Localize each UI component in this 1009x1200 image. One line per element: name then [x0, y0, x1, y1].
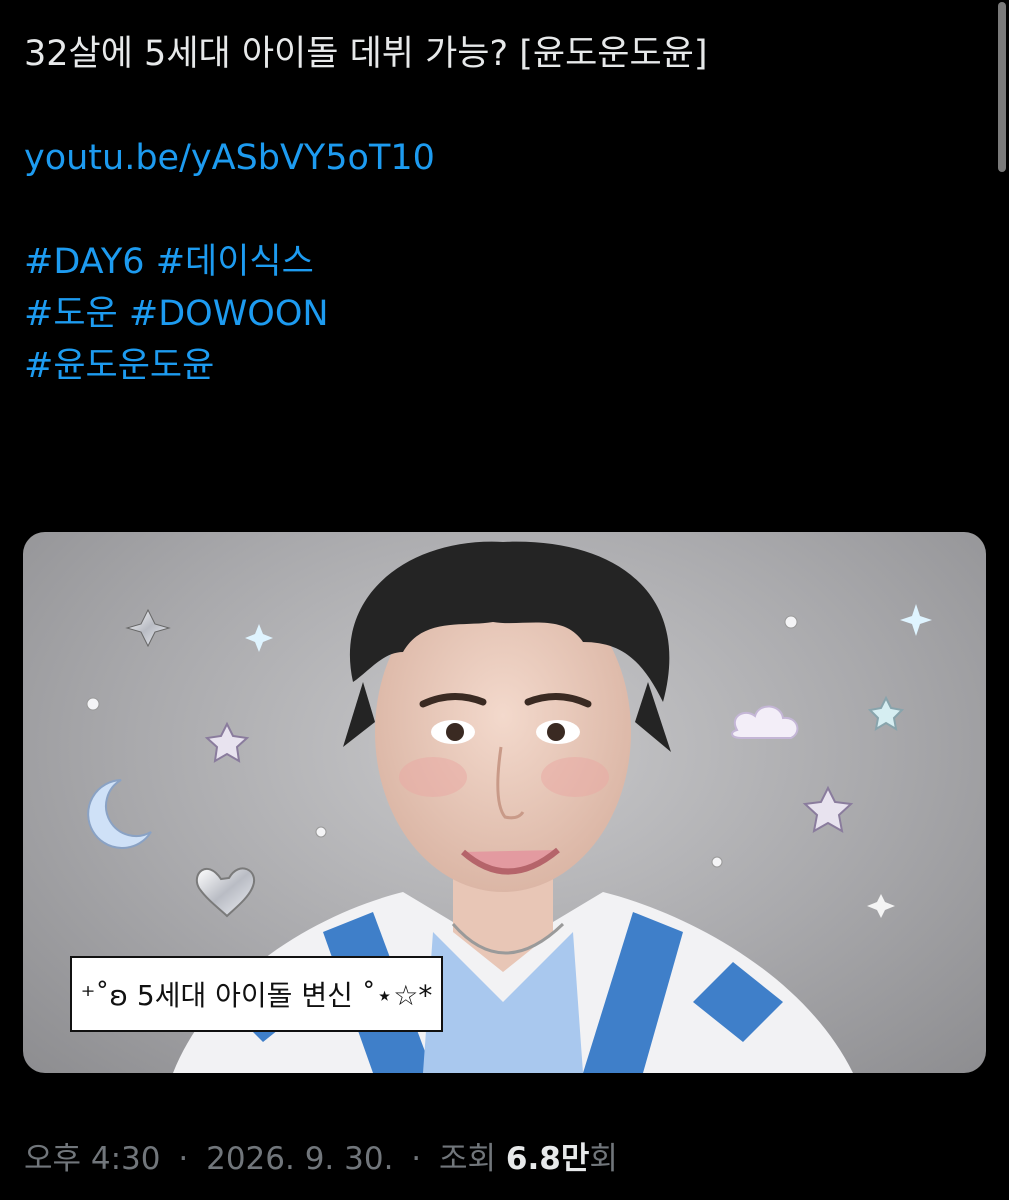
- tweet-link-line: youtu.be/yASbVY5oT10: [24, 132, 974, 184]
- moon-icon: [87, 779, 152, 849]
- sparkle-star-icon: [867, 894, 895, 918]
- youtube-link[interactable]: youtu.be/yASbVY5oT10: [24, 138, 435, 178]
- views-label: 조회: [439, 1141, 497, 1177]
- hashtag-day6[interactable]: #DAY6: [24, 242, 145, 282]
- tweet-text: 32살에 5세대 아이돌 데뷔 가능? [윤도운도윤] youtu.be/yAS…: [24, 28, 974, 392]
- sparkle-star-icon: [900, 604, 932, 636]
- cloud-icon: [731, 705, 799, 739]
- star-icon: [204, 721, 250, 763]
- star-icon: [802, 785, 854, 833]
- tweet-date[interactable]: 2026. 9. 30.: [206, 1141, 393, 1177]
- views-suffix: 회: [589, 1141, 618, 1177]
- star-icon: [867, 695, 905, 731]
- heart-icon: [196, 867, 256, 918]
- tweet-detail-page: 32살에 5세대 아이돌 데뷔 가능? [윤도운도윤] youtu.be/yAS…: [0, 0, 1009, 1200]
- hashtag-line: #윤도운도윤: [24, 340, 974, 392]
- hashtag-dowoon-kr[interactable]: #도운: [24, 294, 118, 334]
- hashtag-dayseeks[interactable]: #데이식스: [156, 242, 314, 282]
- hashtag-line: #DAY6 #데이식스: [24, 236, 974, 288]
- media-caption: ⁺˚ʚ 5세대 아이돌 변신 ˚⋆☆*: [70, 956, 443, 1032]
- tweet-metadata: 오후 4:30 · 2026. 9. 30. · 조회 6.8만회: [24, 1133, 618, 1178]
- sparkle-star-icon: [125, 608, 171, 648]
- hashtag-dowoon[interactable]: #DOWOON: [129, 294, 329, 334]
- tweet-media-image[interactable]: ⁺˚ʚ 5세대 아이돌 변신 ˚⋆☆*: [23, 532, 986, 1073]
- tweet-time[interactable]: 오후 4:30: [24, 1141, 161, 1177]
- scrollbar[interactable]: [998, 2, 1006, 172]
- sparkle-star-icon: [245, 624, 273, 652]
- views-count: 6.8만: [505, 1141, 590, 1177]
- hashtag-line: #도운 #DOWOON: [24, 288, 974, 340]
- separator: ·: [178, 1141, 189, 1177]
- hashtag-yundowoondoyun[interactable]: #윤도운도윤: [24, 346, 214, 386]
- separator: ·: [411, 1141, 422, 1177]
- tweet-title: 32살에 5세대 아이돌 데뷔 가능? [윤도운도윤]: [24, 34, 708, 74]
